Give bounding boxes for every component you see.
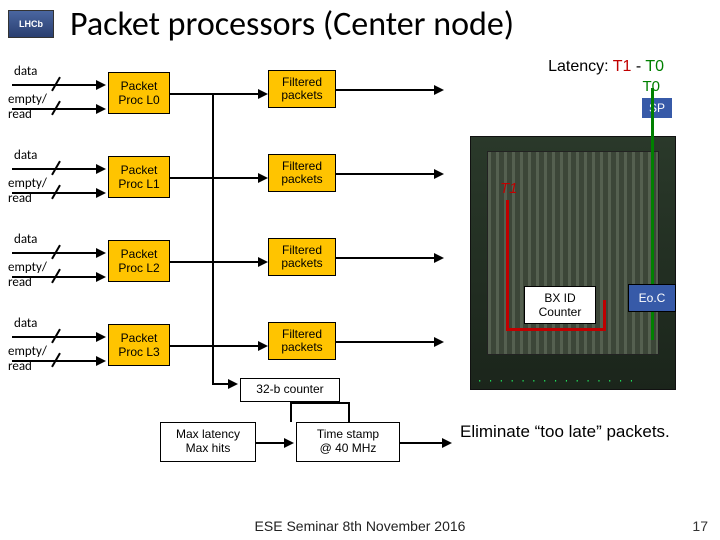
bxid-counter: BX ID Counter — [524, 286, 596, 324]
empty-label-2: empty/ read — [8, 260, 47, 290]
empty-arrow-3 — [96, 356, 106, 366]
latency-t0: T0 — [645, 58, 664, 75]
max-line — [256, 442, 286, 444]
max-arrow — [284, 438, 294, 448]
page-title: Packet processors (Center node) — [70, 4, 514, 45]
data-arrow-1 — [96, 164, 106, 174]
eliminate-note: Eliminate “too late” packets. — [460, 422, 690, 442]
proc-l1: Packet Proc L1 — [108, 156, 170, 198]
ctr-to-ts-v — [290, 402, 292, 422]
latency-label: Latency: T1 - T0 — [548, 58, 664, 76]
out-arrow-0 — [434, 85, 444, 95]
counter-32b: 32-b counter — [240, 378, 340, 402]
filtered-1: Filtered packets — [268, 154, 336, 192]
diagram-area: data empty/ read Packet Proc L0 Filtered… — [0, 60, 720, 500]
data-label-2: data — [14, 232, 37, 247]
pf-line-0 — [170, 93, 260, 95]
pf-arrow-2 — [258, 257, 268, 267]
out-arrow-2 — [434, 253, 444, 263]
sp-badge: SP — [642, 98, 672, 118]
pf-arrow-0 — [258, 89, 268, 99]
ctr-to-ts-v2 — [348, 402, 350, 422]
chip-silkscreen: · · · · · · · · · · · · · · · — [471, 377, 675, 387]
ts-out-line — [400, 442, 444, 444]
filtered-3: Filtered packets — [268, 322, 336, 360]
empty-label-1: empty/ read — [8, 176, 47, 206]
lhcb-logo: LHCb — [8, 10, 54, 38]
ts-out-arrow — [442, 438, 452, 448]
max-latency-hits: Max latency Max hits — [160, 422, 256, 462]
pf-arrow-3 — [258, 341, 268, 351]
ctr-to-ts-h — [290, 402, 348, 404]
proc-l2: Packet Proc L2 — [108, 240, 170, 282]
t1-chip-label: T1 — [500, 180, 518, 197]
filtered-0: Filtered packets — [268, 70, 336, 108]
filtered-2: Filtered packets — [268, 238, 336, 276]
empty-label-0: empty/ read — [8, 92, 47, 122]
empty-label-3: empty/ read — [8, 344, 47, 374]
data-label-3: data — [14, 316, 37, 331]
empty-arrow-0 — [96, 104, 106, 114]
latency-text: Latency: — [548, 58, 608, 75]
t1-red-h — [506, 328, 606, 331]
down-line-a — [212, 93, 214, 383]
t1-red-v2 — [603, 300, 606, 331]
empty-arrow-2 — [96, 272, 106, 282]
out-arrow-3 — [434, 337, 444, 347]
pf-line-1 — [170, 177, 260, 179]
proc-l3: Packet Proc L3 — [108, 324, 170, 366]
data-arrow-3 — [96, 332, 106, 342]
pf-line-3 — [170, 345, 260, 347]
footer-text: ESE Seminar 8th November 2016 — [0, 518, 720, 534]
data-label-0: data — [14, 64, 37, 79]
data-arrow-2 — [96, 248, 106, 258]
time-stamp: Time stamp @ 40 MHz — [296, 422, 400, 462]
out-line-0 — [336, 89, 436, 91]
proc-l0: Packet Proc L0 — [108, 72, 170, 114]
chip-image: · · · · · · · · · · · · · · · — [470, 136, 676, 390]
page-number: 17 — [692, 518, 708, 534]
latency-minus: - — [631, 58, 645, 75]
empty-arrow-1 — [96, 188, 106, 198]
t1-red-v — [506, 200, 509, 330]
pf-line-2 — [170, 261, 260, 263]
pf-arrow-1 — [258, 173, 268, 183]
data-arrow-0 — [96, 80, 106, 90]
out-line-3 — [336, 341, 436, 343]
out-line-2 — [336, 257, 436, 259]
into-ctr-arrow — [228, 379, 238, 389]
data-label-1: data — [14, 148, 37, 163]
out-line-1 — [336, 173, 436, 175]
latency-t1: T1 — [613, 58, 632, 75]
out-arrow-1 — [434, 169, 444, 179]
eoc-box: Eo.C — [628, 284, 676, 312]
